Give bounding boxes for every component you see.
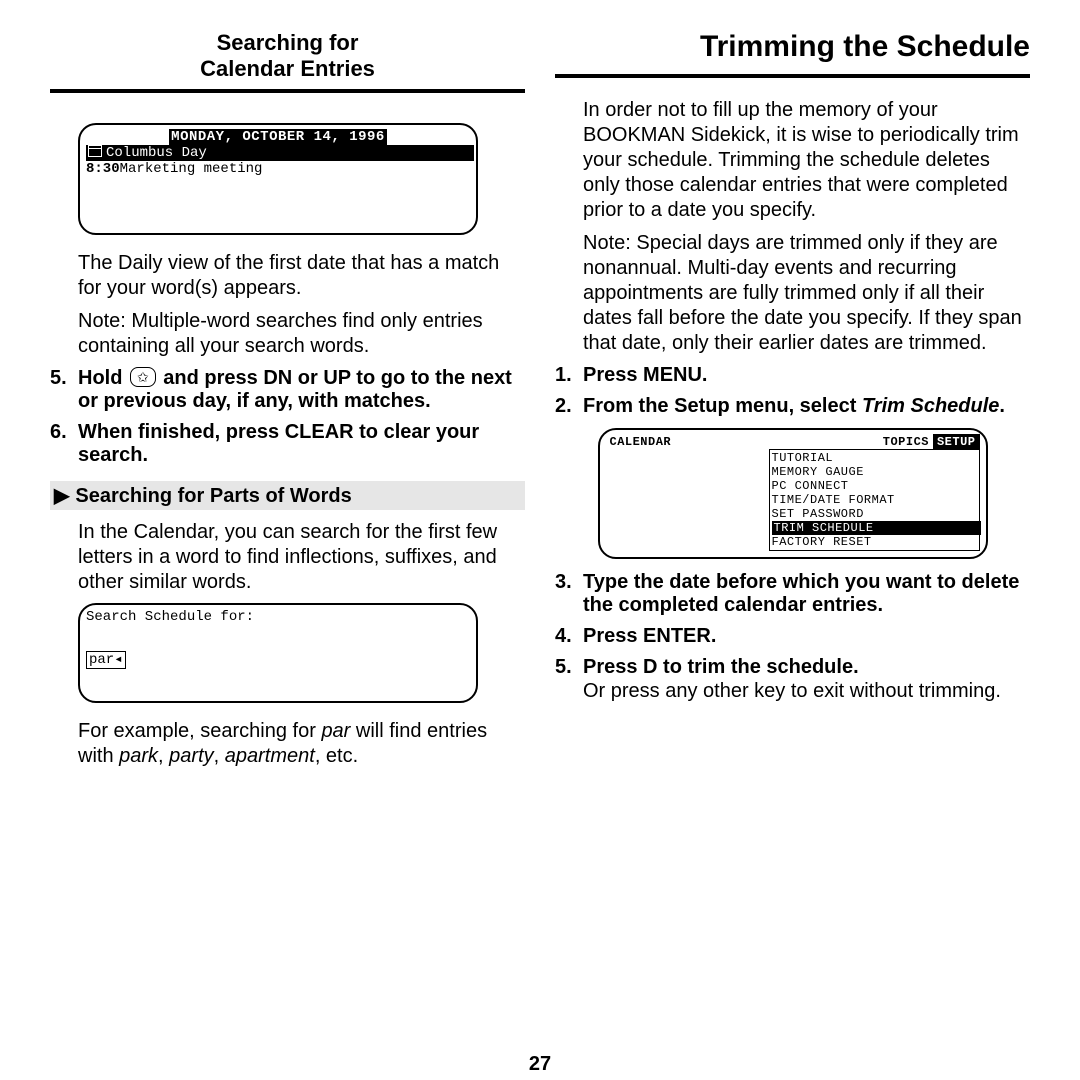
paragraph: In the Calendar, you can search for the …: [78, 520, 525, 595]
star-key-icon: ✩: [130, 367, 156, 387]
subsection-header: ▶ Searching for Parts of Words: [50, 481, 525, 510]
step-3: 3. Type the date before which you want t…: [555, 571, 1030, 617]
p4-apt: apartment: [225, 745, 315, 767]
menu-item: FACTORY RESET: [772, 535, 977, 549]
manual-page: Searching for Calendar Entries MONDAY, O…: [0, 0, 1080, 1080]
step-number: 5.: [555, 656, 583, 679]
paragraph: Or press any other key to exit without t…: [583, 679, 1030, 704]
p4-party: party: [169, 745, 213, 767]
lcd-row1-text: Columbus Day: [106, 145, 207, 161]
step-text: Type the date before which you want to d…: [583, 571, 1030, 617]
step-2: 2. From the Setup menu, select Trim Sche…: [555, 395, 1030, 418]
paragraph: For example, searching for par will find…: [78, 719, 525, 769]
paragraph: The Daily view of the first date that ha…: [78, 251, 525, 301]
right-section-header: Trimming the Schedule: [555, 30, 1030, 78]
step-number: 4.: [555, 625, 583, 648]
step-text: When finished, press CLEAR to clear your…: [78, 421, 525, 467]
p4-e: , etc.: [315, 745, 358, 767]
menu-item: SET PASSWORD: [772, 507, 977, 521]
p4-par: par: [321, 720, 350, 742]
step-1: 1. Press MENU.: [555, 364, 1030, 387]
step2-b: Trim Schedule: [862, 395, 999, 417]
menu-item: PC CONNECT: [772, 479, 977, 493]
step-number: 5.: [50, 367, 78, 390]
menu-item: TUTORIAL: [772, 451, 977, 465]
lcd-date-line: MONDAY, OCTOBER 14, 1996: [86, 129, 470, 145]
step2-c: .: [999, 395, 1005, 417]
paragraph: In order not to fill up the memory of yo…: [583, 98, 1030, 223]
subsection-title: Searching for Parts of Words: [75, 485, 351, 507]
right-column: Trimming the Schedule In order not to fi…: [555, 30, 1030, 1030]
two-column-layout: Searching for Calendar Entries MONDAY, O…: [50, 30, 1030, 1030]
lcd-row2-text: Marketing meeting: [120, 161, 263, 177]
triangle-icon: ▶: [54, 483, 69, 508]
tab-setup: SETUP: [933, 434, 980, 450]
lcd-row-1: Columbus Day: [86, 145, 470, 161]
p4-d: ,: [214, 745, 225, 767]
step-text: From the Setup menu, select Trim Schedul…: [583, 395, 1030, 418]
menu-item: MEMORY GAUGE: [772, 465, 977, 479]
header-line-1: Searching for: [217, 30, 359, 55]
step-number: 2.: [555, 395, 583, 418]
lcd-menubar: CALENDAR TOPICS SETUP: [606, 434, 980, 450]
step-number: 1.: [555, 364, 583, 387]
paragraph: Note: Special days are trimmed only if t…: [583, 231, 1030, 356]
lcd-setup-menu: CALENDAR TOPICS SETUP TUTORIALMEMORY GAU…: [598, 428, 988, 559]
search-prompt: Search Schedule for:: [86, 609, 470, 625]
step-4: 4. Press ENTER.: [555, 625, 1030, 648]
step-5: 5. Press D to trim the schedule.: [555, 656, 1030, 679]
step-6: 6. When finished, press CLEAR to clear y…: [50, 421, 525, 467]
step-number: 6.: [50, 421, 78, 444]
step-text: Hold ✩ and press DN or UP to go to the n…: [78, 367, 525, 413]
header-line-2: Calendar Entries: [200, 56, 375, 81]
page-number: 27: [0, 1053, 1080, 1076]
step5-part-a: Hold: [78, 367, 128, 389]
caret-icon: ◂: [114, 652, 122, 668]
p4-c: ,: [158, 745, 169, 767]
paragraph: Note: Multiple-word searches find only e…: [78, 309, 525, 359]
tab-calendar: CALENDAR: [606, 434, 676, 450]
left-column: Searching for Calendar Entries MONDAY, O…: [50, 30, 525, 1030]
search-input-value[interactable]: par: [89, 652, 114, 668]
lcd-row-2: 8:30Marketing meeting: [86, 161, 470, 177]
lcd-menu-dropdown: TUTORIALMEMORY GAUGEPC CONNECTTIME/DATE …: [769, 449, 980, 551]
step-5: 5. Hold ✩ and press DN or UP to go to th…: [50, 367, 525, 413]
tab-topics: TOPICS: [879, 434, 933, 450]
p4-park: park: [119, 745, 158, 767]
p4-a: For example, searching for: [78, 720, 321, 742]
menu-item: TRIM SCHEDULE: [772, 521, 977, 535]
step-text: Press ENTER.: [583, 625, 1030, 648]
menu-item: TIME/DATE FORMAT: [772, 493, 977, 507]
step2-a: From the Setup menu, select: [583, 395, 862, 417]
step-text: Press MENU.: [583, 364, 1030, 387]
lcd-daily-view: MONDAY, OCTOBER 14, 1996 Columbus Day 8:…: [78, 123, 478, 235]
step-text: Press D to trim the schedule.: [583, 656, 1030, 679]
left-section-header: Searching for Calendar Entries: [50, 30, 525, 93]
lcd-date: MONDAY, OCTOBER 14, 1996: [169, 129, 387, 145]
calendar-icon: [88, 145, 102, 157]
step-number: 3.: [555, 571, 583, 594]
lcd-search-dialog: Search Schedule for: par◂: [78, 603, 478, 703]
lcd-row2-time: 8:30: [86, 161, 120, 177]
search-input-row: par◂: [86, 651, 470, 669]
